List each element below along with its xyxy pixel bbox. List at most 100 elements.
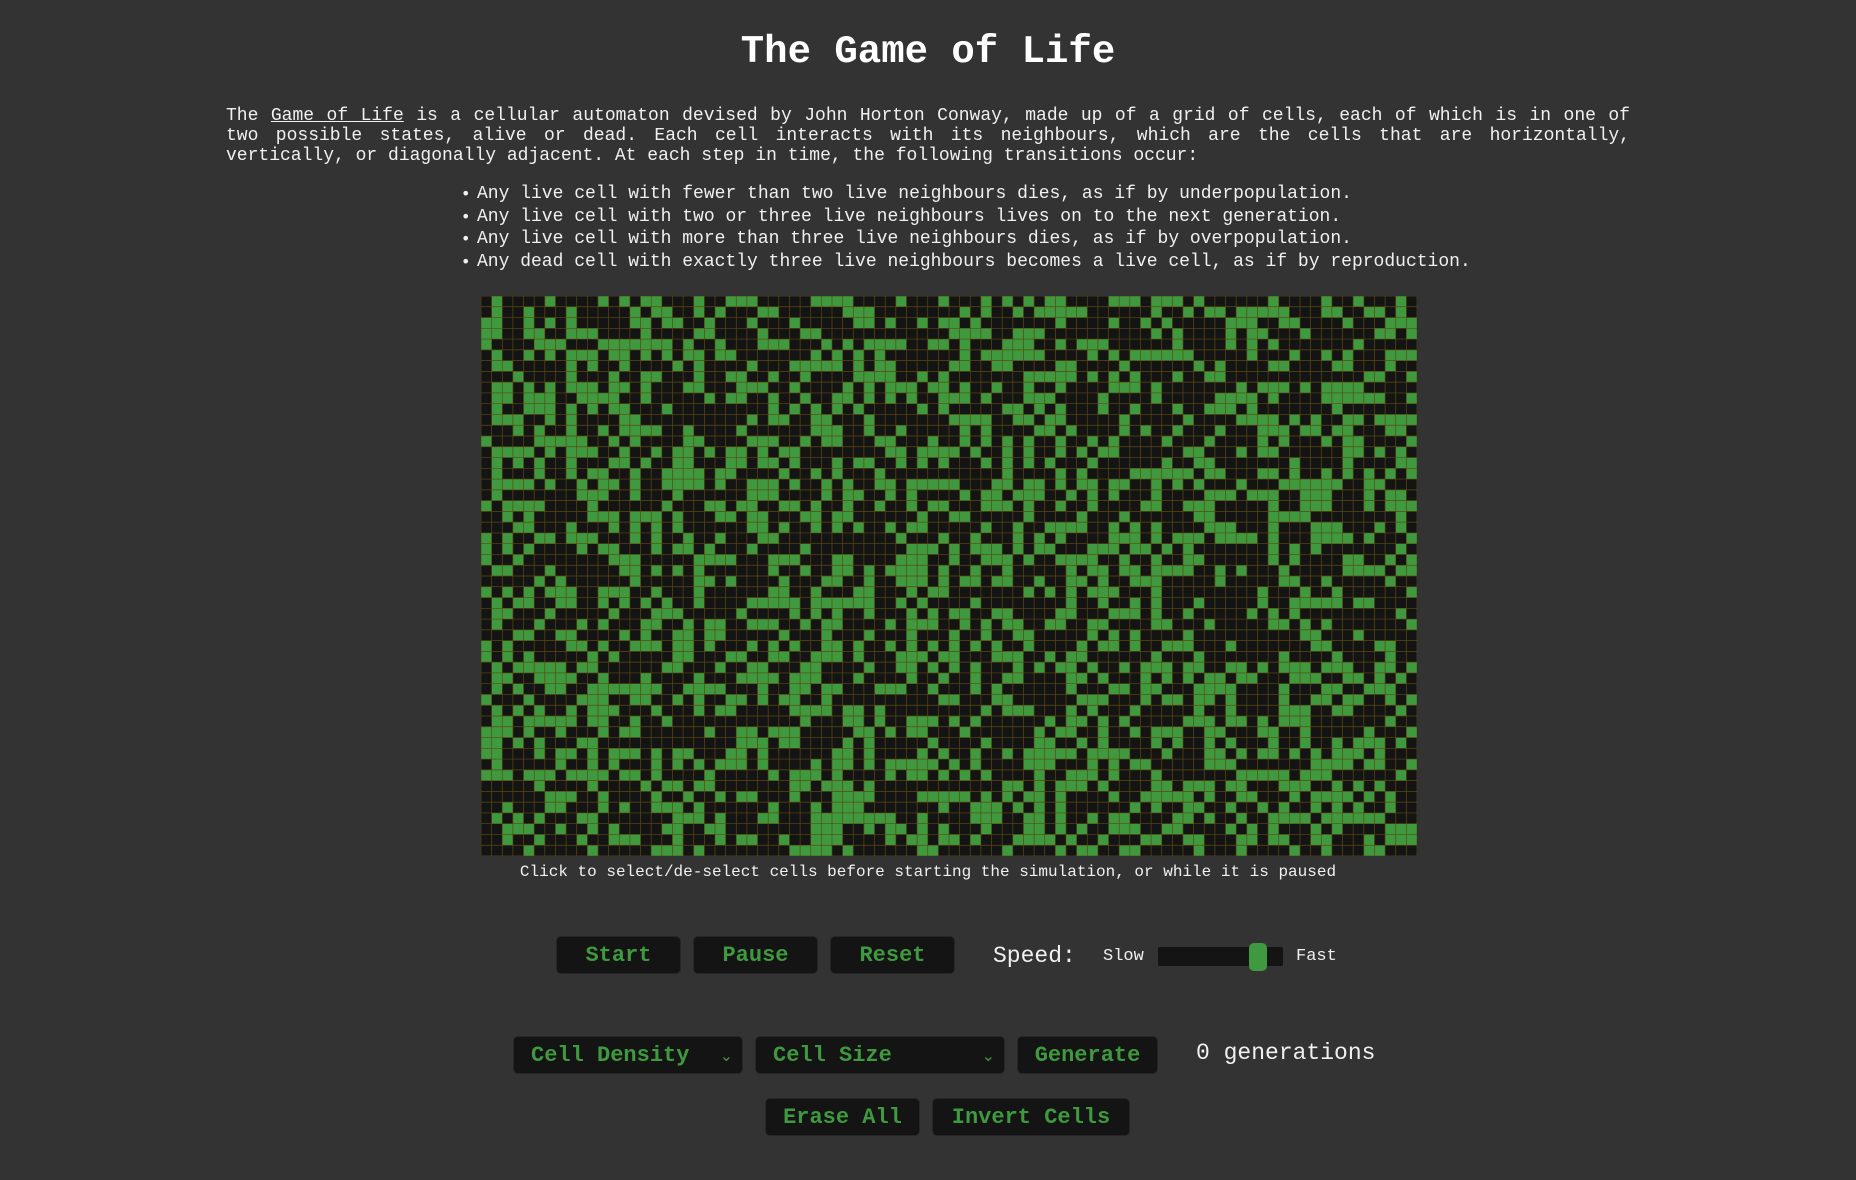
live-cell[interactable] bbox=[1321, 845, 1332, 856]
live-cell[interactable] bbox=[1087, 586, 1098, 598]
live-cell[interactable] bbox=[1363, 479, 1375, 490]
live-cell[interactable] bbox=[1246, 834, 1258, 846]
live-cell[interactable] bbox=[1172, 425, 1183, 436]
live-cell[interactable] bbox=[832, 392, 843, 404]
live-cell[interactable] bbox=[640, 694, 652, 706]
live-cell[interactable] bbox=[1300, 769, 1311, 781]
live-cell[interactable] bbox=[491, 608, 503, 620]
live-cell[interactable] bbox=[1363, 597, 1375, 609]
live-cell[interactable] bbox=[1097, 586, 1109, 598]
live-cell[interactable] bbox=[1087, 759, 1098, 770]
live-cell[interactable] bbox=[1363, 532, 1375, 544]
live-cell[interactable] bbox=[959, 769, 971, 781]
live-cell[interactable] bbox=[566, 748, 577, 760]
live-cell[interactable] bbox=[1087, 457, 1098, 469]
live-cell[interactable] bbox=[1108, 683, 1120, 695]
live-cell[interactable] bbox=[1055, 780, 1066, 792]
live-cell[interactable] bbox=[1385, 834, 1396, 846]
live-cell[interactable] bbox=[544, 339, 556, 350]
live-cell[interactable] bbox=[1129, 382, 1141, 393]
live-cell[interactable] bbox=[1310, 759, 1322, 770]
live-cell[interactable] bbox=[1257, 716, 1269, 727]
live-cell[interactable] bbox=[1321, 769, 1332, 781]
live-cell[interactable] bbox=[1140, 672, 1152, 684]
live-cell[interactable] bbox=[906, 769, 918, 781]
live-cell[interactable] bbox=[502, 802, 513, 813]
live-cell[interactable] bbox=[746, 640, 758, 652]
live-cell[interactable] bbox=[949, 759, 960, 770]
live-cell[interactable] bbox=[1321, 694, 1332, 706]
live-cell[interactable] bbox=[608, 608, 620, 620]
live-cell[interactable] bbox=[619, 414, 630, 426]
live-cell[interactable] bbox=[1140, 834, 1152, 846]
live-cell[interactable] bbox=[895, 662, 907, 673]
live-cell[interactable] bbox=[1321, 306, 1332, 318]
live-cell[interactable] bbox=[1204, 306, 1215, 318]
live-cell[interactable] bbox=[651, 802, 662, 813]
live-cell[interactable] bbox=[789, 737, 801, 749]
live-cell[interactable] bbox=[491, 489, 503, 501]
live-cell[interactable] bbox=[1108, 489, 1120, 501]
live-cell[interactable] bbox=[587, 651, 598, 663]
live-cell[interactable] bbox=[1310, 414, 1322, 426]
live-cell[interactable] bbox=[853, 640, 864, 652]
live-cell[interactable] bbox=[672, 446, 684, 458]
live-cell[interactable] bbox=[704, 683, 715, 695]
live-cell[interactable] bbox=[715, 834, 726, 846]
live-cell[interactable] bbox=[1268, 737, 1279, 749]
live-cell[interactable] bbox=[832, 457, 843, 469]
live-cell[interactable] bbox=[683, 640, 694, 652]
live-cell[interactable] bbox=[980, 802, 992, 813]
live-cell[interactable] bbox=[885, 339, 896, 350]
live-cell[interactable] bbox=[906, 500, 918, 512]
live-cell[interactable] bbox=[587, 500, 598, 512]
live-cell[interactable] bbox=[661, 597, 673, 609]
live-cell[interactable] bbox=[1172, 328, 1183, 340]
live-cell[interactable] bbox=[810, 296, 822, 307]
live-cell[interactable] bbox=[544, 532, 556, 544]
live-cell[interactable] bbox=[1002, 339, 1013, 350]
live-cell[interactable] bbox=[1374, 446, 1386, 458]
live-cell[interactable] bbox=[1023, 479, 1035, 490]
live-cell[interactable] bbox=[598, 802, 609, 813]
live-cell[interactable] bbox=[534, 339, 545, 350]
live-cell[interactable] bbox=[598, 619, 609, 630]
live-cell[interactable] bbox=[927, 716, 939, 727]
live-cell[interactable] bbox=[1310, 823, 1322, 835]
live-cell[interactable] bbox=[512, 414, 524, 426]
live-cell[interactable] bbox=[1151, 651, 1162, 663]
live-cell[interactable] bbox=[1204, 748, 1215, 760]
live-cell[interactable] bbox=[502, 392, 513, 404]
live-cell[interactable] bbox=[1151, 500, 1162, 512]
live-cell[interactable] bbox=[1246, 672, 1258, 684]
live-cell[interactable] bbox=[1342, 705, 1354, 716]
live-cell[interactable] bbox=[502, 543, 513, 555]
reset-button[interactable]: Reset bbox=[830, 936, 955, 974]
live-cell[interactable] bbox=[736, 371, 747, 383]
live-cell[interactable] bbox=[1300, 705, 1311, 716]
live-cell[interactable] bbox=[1385, 425, 1396, 436]
live-cell[interactable] bbox=[1193, 705, 1205, 716]
live-cell[interactable] bbox=[778, 651, 790, 663]
live-cell[interactable] bbox=[832, 522, 843, 533]
live-cell[interactable] bbox=[1363, 306, 1375, 318]
live-cell[interactable] bbox=[502, 672, 513, 684]
live-cell[interactable] bbox=[1331, 392, 1343, 404]
live-cell[interactable] bbox=[1278, 705, 1290, 716]
live-cell[interactable] bbox=[619, 425, 630, 436]
live-cell[interactable] bbox=[1023, 500, 1035, 512]
live-cell[interactable] bbox=[938, 576, 949, 587]
live-cell[interactable] bbox=[1331, 780, 1343, 792]
live-cell[interactable] bbox=[1055, 608, 1066, 620]
live-cell[interactable] bbox=[1363, 759, 1375, 770]
live-cell[interactable] bbox=[512, 629, 524, 641]
live-cell[interactable] bbox=[1363, 371, 1375, 383]
live-cell[interactable] bbox=[970, 414, 981, 426]
live-cell[interactable] bbox=[789, 780, 801, 792]
live-cell[interactable] bbox=[1151, 382, 1162, 393]
live-cell[interactable] bbox=[1055, 802, 1066, 813]
live-cell[interactable] bbox=[1012, 522, 1024, 533]
live-cell[interactable] bbox=[544, 349, 556, 361]
live-cell[interactable] bbox=[1363, 500, 1375, 512]
live-cell[interactable] bbox=[842, 479, 854, 490]
